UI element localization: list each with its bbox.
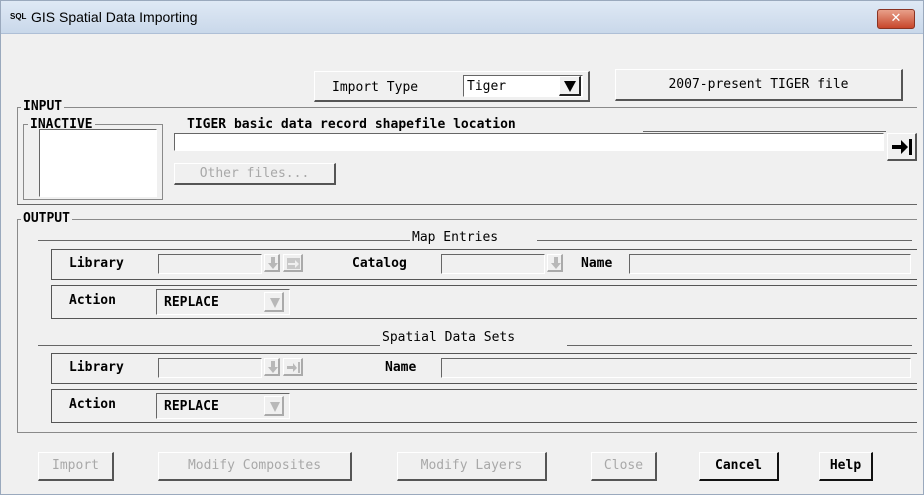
dropdown-button[interactable] bbox=[559, 76, 581, 96]
map-catalog-dropdown[interactable] bbox=[547, 254, 563, 272]
map-action-select[interactable]: REPLACE bbox=[156, 289, 290, 315]
map-entries-rule-right bbox=[537, 240, 912, 241]
close-button[interactable]: Close bbox=[591, 452, 657, 481]
spatial-action-dropdown[interactable] bbox=[264, 396, 284, 416]
map-entries-rule-left bbox=[38, 240, 410, 241]
list-select-icon bbox=[287, 258, 300, 269]
map-name-label: Name bbox=[581, 256, 613, 271]
arrow-down-icon bbox=[551, 257, 561, 269]
help-button[interactable]: Help bbox=[819, 452, 873, 481]
spatial-library-label: Library bbox=[69, 360, 124, 375]
spatial-name-label: Name bbox=[385, 360, 417, 375]
import-type-label: Import Type bbox=[332, 80, 419, 95]
spatial-data-sets-heading: Spatial Data Sets bbox=[382, 330, 516, 345]
spatial-library-select-button[interactable] bbox=[283, 358, 303, 376]
arrow-down-icon bbox=[268, 361, 278, 373]
close-window-button[interactable]: ✕ bbox=[877, 9, 915, 29]
input-frame-label: INPUT bbox=[21, 99, 65, 114]
output-frame-label: OUTPUT bbox=[21, 211, 72, 226]
triangle-down-icon bbox=[564, 81, 576, 92]
spatial-rule-right bbox=[567, 345, 912, 346]
map-action-value: REPLACE bbox=[164, 295, 219, 310]
spatial-library-input[interactable] bbox=[158, 358, 262, 378]
map-action-dropdown[interactable] bbox=[264, 292, 284, 312]
title-bar: SQL GIS Spatial Data Importing ✕ bbox=[1, 1, 923, 34]
browse-file-button[interactable] bbox=[887, 133, 917, 161]
modify-composites-button[interactable]: Modify Composites bbox=[158, 452, 352, 481]
dialog-window: SQL GIS Spatial Data Importing ✕ Import … bbox=[0, 0, 924, 495]
import-type-value: Tiger bbox=[467, 79, 507, 94]
spatial-library-dropdown[interactable] bbox=[264, 358, 280, 376]
arrow-down-icon bbox=[268, 257, 278, 269]
import-type-group: Import Type Tiger bbox=[314, 71, 590, 102]
inactive-list[interactable] bbox=[39, 129, 157, 197]
spatial-name-input[interactable] bbox=[441, 358, 911, 378]
map-library-dropdown[interactable] bbox=[264, 254, 280, 272]
chevron-down-icon bbox=[270, 298, 280, 308]
arrow-right-bar-icon bbox=[287, 362, 300, 373]
tiger-format-button[interactable]: 2007-present TIGER file bbox=[615, 69, 903, 101]
import-button[interactable]: Import bbox=[38, 452, 114, 481]
spatial-action-select[interactable]: REPLACE bbox=[156, 393, 290, 419]
close-icon: ✕ bbox=[890, 11, 902, 26]
input-frame-bottom bbox=[17, 204, 917, 205]
map-entries-heading: Map Entries bbox=[412, 230, 499, 245]
map-library-select-button[interactable] bbox=[283, 254, 303, 272]
map-action-label: Action bbox=[69, 293, 116, 308]
arrow-right-bar-icon bbox=[892, 139, 912, 155]
spatial-action-label: Action bbox=[69, 397, 116, 412]
file-location-rule bbox=[643, 131, 886, 132]
file-location-label: TIGER basic data record shapefile locati… bbox=[187, 117, 516, 132]
map-library-input[interactable] bbox=[158, 254, 262, 274]
map-catalog-input[interactable] bbox=[441, 254, 545, 274]
map-catalog-label: Catalog bbox=[352, 256, 407, 271]
sql-app-icon: SQL bbox=[10, 12, 27, 21]
map-name-input[interactable] bbox=[629, 254, 911, 274]
chevron-down-icon bbox=[270, 402, 280, 412]
cancel-button[interactable]: Cancel bbox=[699, 452, 779, 481]
file-location-input[interactable] bbox=[174, 133, 884, 151]
other-files-button[interactable]: Other files... bbox=[174, 163, 336, 185]
import-type-select[interactable]: Tiger bbox=[463, 75, 583, 97]
window-title: GIS Spatial Data Importing bbox=[31, 9, 198, 25]
spatial-rule-left bbox=[38, 345, 380, 346]
spatial-action-value: REPLACE bbox=[164, 399, 219, 414]
modify-layers-button[interactable]: Modify Layers bbox=[397, 452, 547, 481]
map-library-label: Library bbox=[69, 256, 124, 271]
